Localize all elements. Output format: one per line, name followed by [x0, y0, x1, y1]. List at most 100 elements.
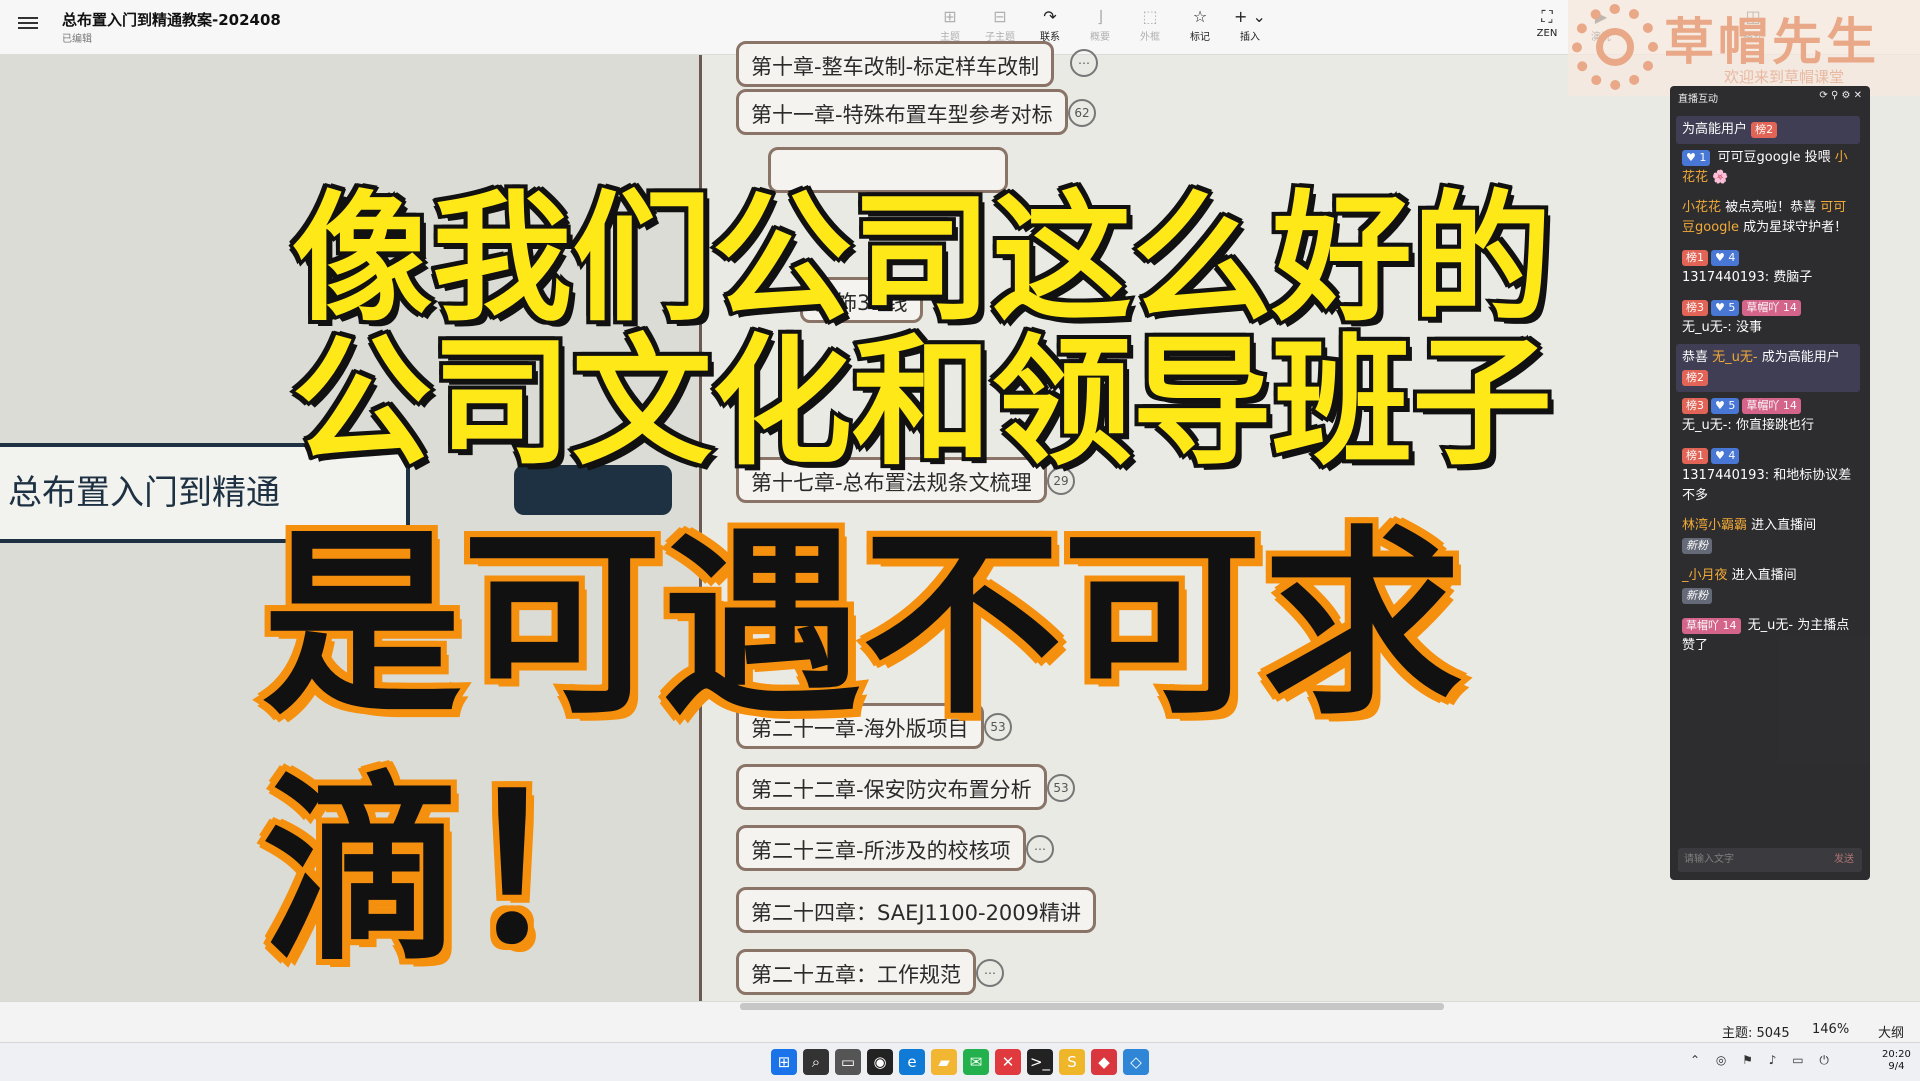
lv-badge: ♥ 1: [1682, 150, 1711, 166]
file-explorer-icon[interactable]: ▰: [931, 1049, 957, 1075]
search-icon[interactable]: ⌕: [803, 1049, 829, 1075]
watermark-slogan: 欢迎来到草帽课堂: [1724, 68, 1845, 86]
boundary-icon: ⬚: [1142, 7, 1158, 26]
collapse-more-icon[interactable]: ⋯: [976, 959, 1004, 987]
task-view-icon[interactable]: ▭: [835, 1049, 861, 1075]
live-chat-panel: 直播互动 ⟳ ⚲ ⚙ ✕ 为高能用户 榜2 ♥ 1 可可豆google 投喂 小花…: [1670, 86, 1870, 880]
chat-message: 小花花 被点亮啦！恭喜 可可豆google 成为星球守护者！: [1670, 194, 1870, 244]
red-app-icon[interactable]: ◆: [1091, 1049, 1117, 1075]
wechat-icon[interactable]: ✉: [963, 1049, 989, 1075]
document-status: 已编辑: [62, 34, 92, 45]
rank-badge: 榜3: [1682, 398, 1708, 414]
document-title[interactable]: 总布置入门到精通教案-202408: [62, 9, 281, 30]
fan-badge: 草帽吖 14: [1682, 618, 1741, 634]
windows-taskbar: ⊞ ⌕ ▭ ◉ e ▰ ✉ ✕ >_ S ◆ ◇ ⌃ ◎ ⚑ ♪ ▭ ⏻ 20:20 9/4: [0, 1042, 1920, 1081]
insert-toolbar: ⊞ 主题 ⊟ 子主题 ↷ 联系 ⌋ 概要 ⬚ 外框 ☆ 标记 + ⌄ 插入: [925, 6, 1275, 43]
blue-app-icon[interactable]: ◇: [1123, 1049, 1149, 1075]
branch-topic[interactable]: 第二十五章：工作规范: [736, 949, 976, 995]
branch-topic[interactable]: 第二十四章：SAEJ1100-2009精讲: [736, 887, 1097, 933]
topic-count: 主题: 5045: [1722, 1026, 1790, 1041]
chat-message: 榜3 ♥ 5 草帽吖 14 无_u无-: 没事: [1670, 294, 1870, 344]
collapse-more-icon[interactable]: ⋯: [1070, 49, 1098, 77]
chat-username: 林湾小霸霸: [1682, 518, 1748, 533]
system-tray-icons[interactable]: ⌃ ◎ ⚑ ♪ ▭ ⏻: [1690, 1053, 1835, 1068]
chat-input-placeholder: 请输入文字: [1684, 854, 1734, 865]
collapse-more-icon[interactable]: ⋯: [1026, 835, 1054, 863]
summary-icon: ⌋: [1096, 7, 1104, 26]
subtopic-button[interactable]: ⊟ 子主题: [975, 6, 1025, 43]
chat-message: 恭喜 无_u无- 成为高能用户 榜2: [1676, 344, 1860, 392]
branch-topic[interactable]: 第二十二章-保安防灾布置分析: [736, 764, 1047, 810]
marker-star-icon: ☆: [1192, 7, 1208, 26]
lv-badge: ♥ 4: [1711, 448, 1740, 464]
marker-button[interactable]: ☆ 标记: [1175, 6, 1225, 43]
summary-button[interactable]: ⌋ 概要: [1075, 6, 1125, 43]
chat-username: 小花花: [1682, 200, 1722, 215]
rank-badge: 榜3: [1682, 300, 1708, 316]
taskbar-apps: ⊞ ⌕ ▭ ◉ e ▰ ✉ ✕ >_ S ◆ ◇: [768, 1049, 1152, 1075]
windows-start-icon[interactable]: ⊞: [771, 1049, 797, 1075]
rank-badge: 榜1: [1682, 448, 1708, 464]
new-badge: 新粉: [1682, 538, 1712, 554]
branch-topic[interactable]: 第二十三章-所涉及的校核项: [736, 825, 1026, 871]
chat-text: 进入直播间: [1727, 568, 1797, 583]
zen-mode-button[interactable]: ⛶ ZEN: [1520, 6, 1574, 43]
child-count-badge[interactable]: 53: [1047, 774, 1075, 802]
chat-send-button[interactable]: 发送: [1834, 848, 1854, 872]
insert-plus-icon: + ⌄: [1234, 7, 1266, 26]
chat-username: _小月夜: [1682, 568, 1728, 583]
chat-title: 直播互动: [1678, 94, 1718, 105]
chat-message: 草帽吖 14 无_u无- 为主播点赞了: [1670, 612, 1870, 662]
chat-text: 成为高能用户: [1757, 350, 1840, 365]
edge-browser-icon[interactable]: e: [899, 1049, 925, 1075]
chat-text: 恭喜: [1682, 350, 1713, 365]
chat-controls-icon[interactable]: ⟳ ⚲ ⚙ ✕: [1819, 90, 1862, 112]
insert-button[interactable]: + ⌄ 插入: [1225, 6, 1275, 43]
fan-badge: 草帽吖 14: [1742, 300, 1801, 316]
chat-text: 进入直播间: [1747, 518, 1817, 533]
xmind-app-icon[interactable]: ✕: [995, 1049, 1021, 1075]
branch-topic[interactable]: 第十一章-特殊布置车型参考对标: [736, 89, 1068, 135]
rank-badge: 榜2: [1682, 370, 1708, 386]
topic-button[interactable]: ⊞ 主题: [925, 6, 975, 43]
chat-text: 1317440193: 和地标协议差不多: [1682, 468, 1852, 503]
chat-message: 为高能用户 榜2: [1676, 116, 1860, 144]
zoom-level[interactable]: 146%: [1812, 1022, 1849, 1037]
chat-header: 直播互动 ⟳ ⚲ ⚙ ✕: [1670, 86, 1870, 116]
horizontal-scrollbar[interactable]: [740, 1003, 1444, 1010]
zen-fullscreen-icon: ⛶: [1541, 7, 1553, 26]
hamburger-menu-icon[interactable]: [18, 14, 38, 34]
chat-message: _小月夜 进入直播间 新粉: [1670, 562, 1870, 612]
outline-button[interactable]: 大纲: [1878, 1022, 1904, 1041]
terminal-icon[interactable]: >_: [1027, 1049, 1053, 1075]
chat-text: 🌸: [1708, 170, 1729, 185]
lv-badge: ♥ 5: [1711, 398, 1740, 414]
chat-message: 榜1 ♥ 4 1317440193: 费脑子: [1670, 244, 1870, 294]
chat-message: 榜1 ♥ 4 1317440193: 和地标协议差不多: [1670, 442, 1870, 512]
chat-text: 1317440193: 费脑子: [1682, 270, 1813, 285]
lv-badge: ♥ 5: [1711, 300, 1740, 316]
clock-time: 20:20: [1882, 1049, 1911, 1060]
rank-badge: 榜1: [1682, 250, 1708, 266]
sw-app-icon[interactable]: S: [1059, 1049, 1085, 1075]
lv-badge: ♥ 4: [1711, 250, 1740, 266]
chat-message: 林湾小霸霸 进入直播间新粉: [1670, 512, 1870, 562]
branch-topic[interactable]: 第十章-整车改制-标定样车改制: [736, 41, 1055, 87]
obs-app-icon[interactable]: ◉: [867, 1049, 893, 1075]
taskbar-clock[interactable]: 20:20 9/4: [1882, 1049, 1911, 1073]
clock-date: 9/4: [1888, 1061, 1905, 1072]
chat-text: 为高能用户: [1682, 122, 1752, 137]
chat-message: 榜3 ♥ 5 草帽吖 14 无_u无-: 你直接跳也行: [1670, 392, 1870, 442]
gear-logo-inner-icon: [1596, 28, 1634, 66]
boundary-button[interactable]: ⬚ 外框: [1125, 6, 1175, 43]
chat-message-list[interactable]: 为高能用户 榜2 ♥ 1 可可豆google 投喂 小花花 🌸 小花花 被点亮啦！恭…: [1670, 116, 1870, 662]
watermark-name: 草帽先生: [1664, 12, 1880, 71]
chat-message: ♥ 1 可可豆google 投喂 小花花 🌸: [1670, 144, 1870, 194]
new-badge: 新粉: [1682, 588, 1712, 604]
chat-text: 可可豆google 投喂: [1713, 150, 1835, 165]
child-count-badge[interactable]: 62: [1068, 99, 1096, 127]
relationship-button[interactable]: ↷ 联系: [1025, 6, 1075, 43]
chat-input[interactable]: 请输入文字 发送: [1678, 848, 1862, 872]
streamer-watermark: 草帽先生 欢迎来到草帽课堂: [1568, 0, 1920, 96]
topic-icon: ⊞: [943, 7, 957, 26]
